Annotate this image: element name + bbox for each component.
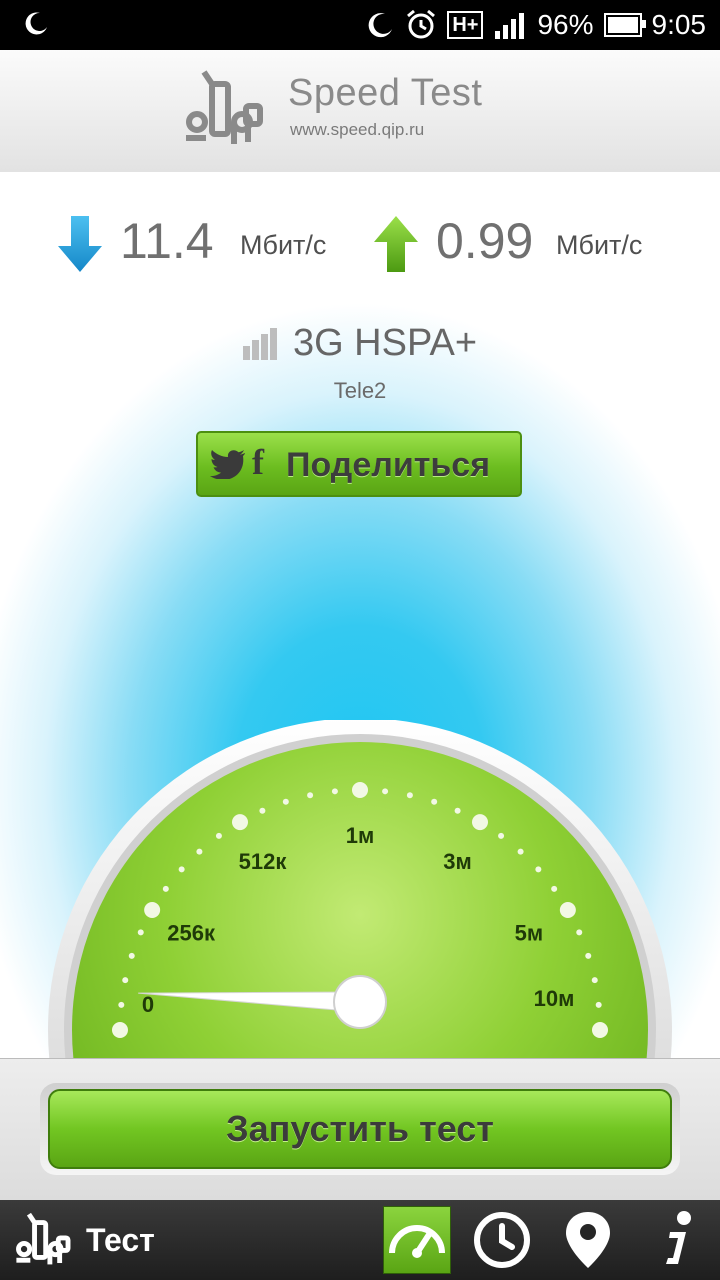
gauge-major-tick [144, 902, 161, 918]
gauge-minor-tick [535, 866, 542, 873]
moon-icon [25, 12, 47, 35]
carrier-name: Tele2 [333, 378, 387, 403]
status-bar: H+ 96% 9:05 [0, 0, 720, 50]
gauge-minor-tick [517, 848, 524, 855]
app-title: Speed Test [288, 72, 483, 114]
upload-arrow-icon [374, 216, 418, 272]
battery-icon [603, 13, 646, 37]
gauge-needle-hub [333, 975, 387, 1029]
share-label: Поделиться [286, 446, 491, 484]
gauge-minor-tick [178, 866, 185, 873]
gauge-major-tick [112, 1022, 128, 1038]
share-button[interactable]: f Поделиться [196, 431, 522, 497]
gauge-minor-tick [591, 977, 598, 984]
start-test-button[interactable]: Запустить тест [48, 1089, 672, 1169]
location-pin-icon[interactable] [556, 1208, 620, 1272]
battery-percent: 96% [537, 9, 594, 40]
do-not-disturb-icon [368, 13, 393, 38]
bottom-navigation: Тест [0, 1200, 720, 1280]
gauge-major-tick [592, 1022, 608, 1038]
download-arrow-icon [58, 216, 102, 272]
qip-logo-small-icon [16, 1212, 71, 1265]
download-speed-unit: Мбит/с [240, 230, 327, 260]
app-header: Speed Test www.speed.qip.ru [0, 50, 720, 173]
gauge-minor-tick [498, 832, 505, 839]
gauge-minor-tick [259, 807, 266, 814]
gauge-minor-tick [122, 977, 129, 984]
network-type-indicator: H+ [447, 11, 484, 39]
gauge-major-tick [232, 814, 248, 831]
gauge-minor-tick [595, 1001, 602, 1008]
network-info: 3G HSPA+ [0, 322, 720, 365]
signal-strength-icon [242, 327, 277, 360]
gauge-minor-tick [128, 952, 135, 959]
gauge-minor-tick [331, 788, 338, 795]
gauge-major-tick [472, 814, 488, 831]
speed-results: 11.4 Мбит/с 0.99 Мбит/с [0, 212, 720, 282]
action-panel: Запустить тест [0, 1058, 720, 1201]
gauge-major-tick [559, 902, 576, 918]
gauge-label: 256к [167, 921, 216, 946]
nav-test-tab[interactable] [383, 1206, 451, 1274]
upload-speed-unit: Мбит/с [556, 230, 643, 260]
nav-title: Тест [86, 1222, 155, 1258]
gauge-label: 512к [239, 849, 288, 874]
signal-icon [495, 13, 525, 39]
gauge-label: 10м [534, 986, 575, 1011]
gauge-minor-tick [196, 848, 203, 855]
status-time: 9:05 [651, 9, 707, 40]
gauge-minor-tick [215, 832, 222, 839]
gauge-minor-tick [454, 807, 461, 814]
gauge-minor-tick [307, 792, 314, 799]
speed-gauge: 0 256к 512к 1м 3м 5м 10м [48, 720, 672, 1058]
gauge-minor-tick [162, 885, 169, 892]
info-icon[interactable] [644, 1208, 708, 1272]
speedometer-icon [389, 1225, 445, 1258]
app-url: www.speed.qip.ru [290, 120, 425, 139]
gauge-minor-tick [137, 929, 144, 936]
twitter-icon [210, 450, 245, 479]
gauge-label: 0 [142, 992, 154, 1017]
gauge-minor-tick [551, 885, 558, 892]
gauge-minor-tick [282, 798, 289, 805]
history-clock-icon[interactable] [470, 1208, 534, 1272]
start-test-label: Запустить тест [226, 1108, 494, 1149]
upload-speed-value: 0.99 [436, 213, 534, 269]
gauge-minor-tick [576, 929, 583, 936]
gauge-label: 5м [515, 921, 544, 946]
gauge-minor-tick [118, 1001, 125, 1008]
alarm-icon [407, 9, 436, 39]
gauge-label: 3м [443, 849, 472, 874]
results-panel: 11.4 Мбит/с 0.99 Мбит/с 3G HSPA+ Tele2 f… [0, 172, 720, 1058]
gauge-major-tick [352, 782, 368, 798]
gauge-minor-tick [431, 798, 438, 805]
gauge-label: 1м [346, 823, 375, 848]
download-speed-value: 11.4 [120, 213, 214, 269]
facebook-icon: f [252, 442, 264, 482]
qip-logo-icon [186, 70, 263, 144]
network-type: 3G HSPA+ [292, 322, 478, 364]
gauge-minor-tick [406, 792, 413, 799]
gauge-minor-tick [382, 788, 389, 795]
gauge-minor-tick [585, 952, 592, 959]
